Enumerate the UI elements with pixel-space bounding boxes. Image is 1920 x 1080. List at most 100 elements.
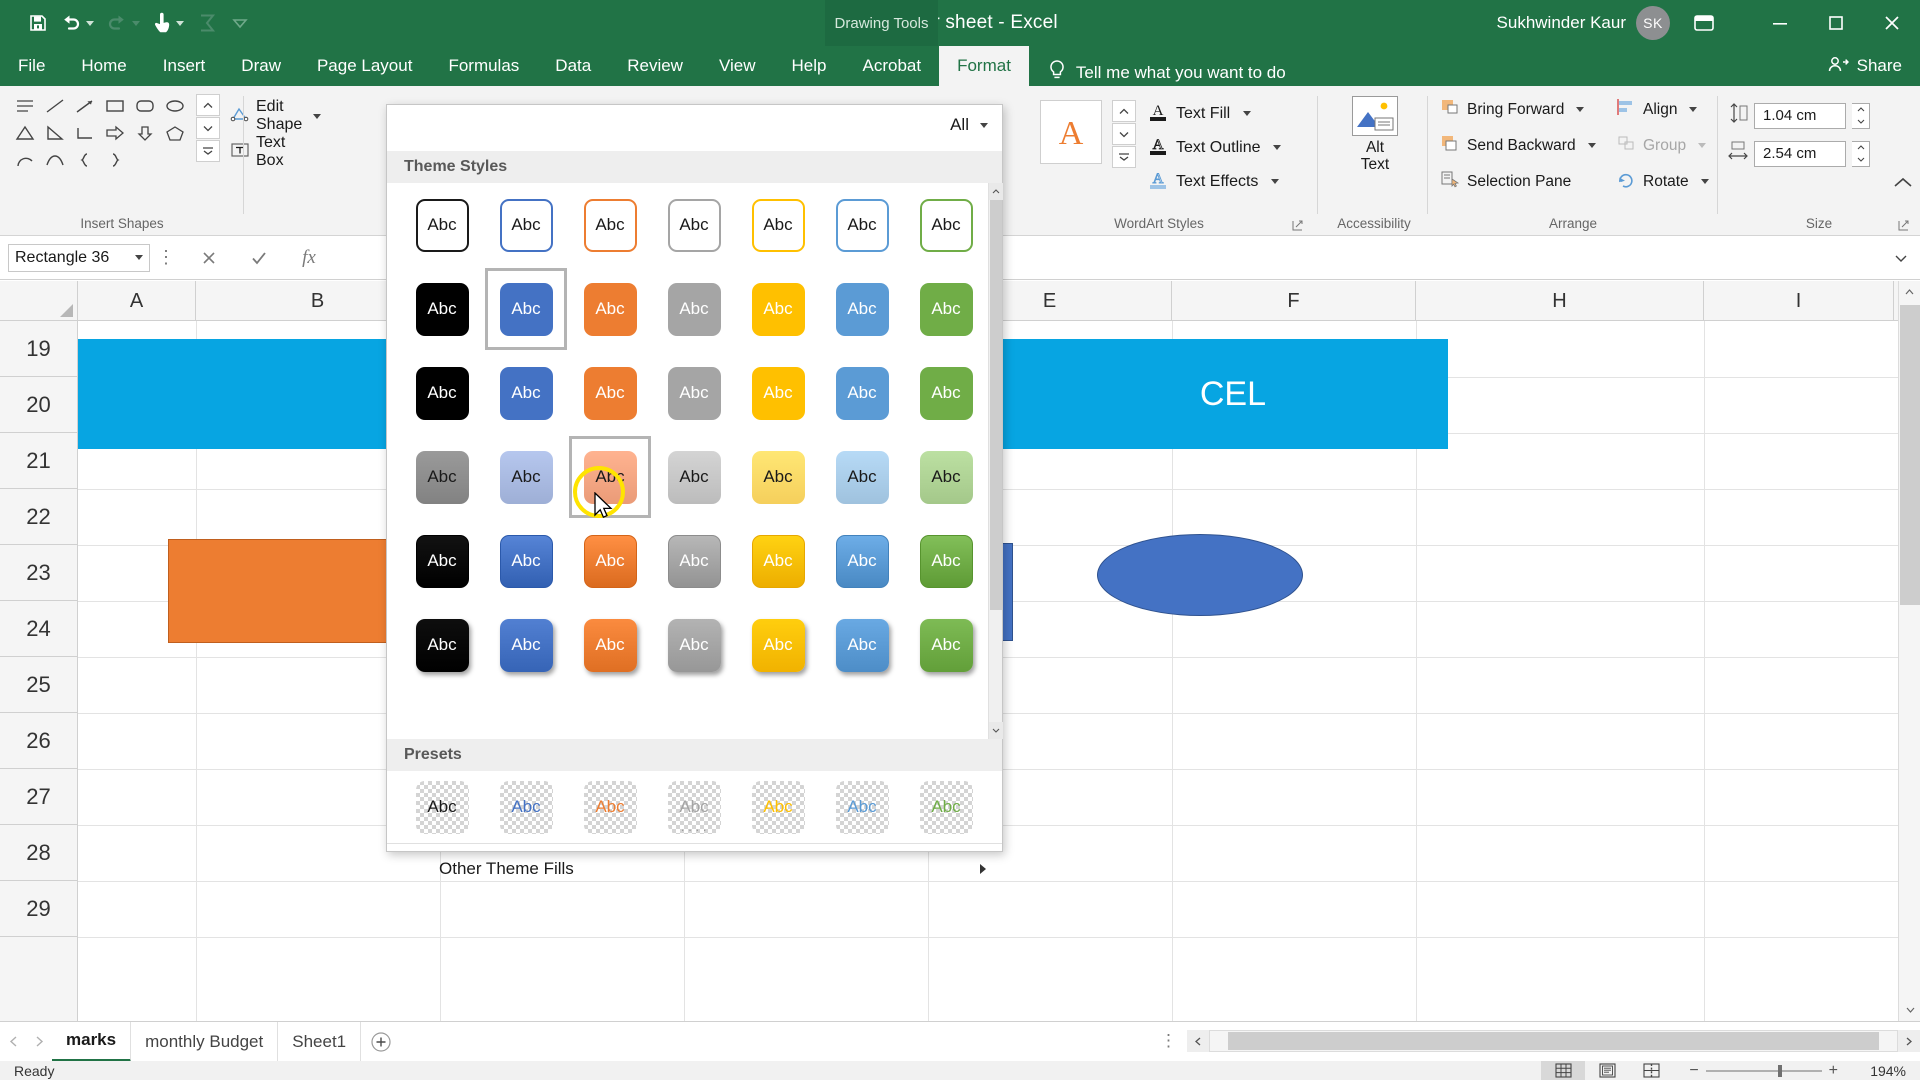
row-header-25[interactable]: 25 bbox=[0, 657, 77, 713]
shape-styles-gallery-dropdown[interactable]: All Theme Styles Abc Abc Abc Abc Abc Abc Abc Ab… bbox=[386, 104, 1003, 878]
theme-style-swatch[interactable]: Abc bbox=[400, 435, 484, 519]
sheet-tab-sheet1[interactable]: Sheet1 bbox=[278, 1021, 362, 1062]
select-all-corner[interactable] bbox=[0, 281, 78, 321]
page-layout-view-button[interactable] bbox=[1585, 1061, 1629, 1080]
column-header-H[interactable]: H bbox=[1416, 281, 1704, 321]
autosum-button[interactable] bbox=[190, 6, 224, 40]
shape-arrow-right-icon[interactable] bbox=[102, 121, 128, 145]
wordart-preview[interactable]: A bbox=[1040, 100, 1102, 164]
tell-me-box[interactable]: Tell me what you want to do bbox=[1047, 59, 1286, 86]
theme-style-swatch[interactable]: Abc bbox=[484, 351, 568, 435]
bring-forward-button[interactable]: Bring Forward bbox=[1440, 98, 1585, 121]
theme-style-swatch[interactable]: Abc bbox=[568, 519, 652, 603]
row-header-19[interactable]: 19 bbox=[0, 321, 77, 377]
theme-style-swatch[interactable]: Abc bbox=[820, 435, 904, 519]
shape-rounded-rect-icon[interactable] bbox=[132, 94, 158, 118]
tab-help[interactable]: Help bbox=[774, 46, 845, 86]
insert-function-icon[interactable]: fx bbox=[284, 243, 334, 273]
theme-style-swatch[interactable]: Abc bbox=[652, 351, 736, 435]
width-decrease-icon[interactable] bbox=[1852, 154, 1869, 166]
tab-acrobat[interactable]: Acrobat bbox=[844, 46, 939, 86]
theme-style-swatch[interactable]: Abc bbox=[904, 435, 988, 519]
text-outline-caret[interactable] bbox=[1273, 145, 1282, 150]
shape-triangle-icon[interactable] bbox=[12, 121, 38, 145]
align-button[interactable]: Align bbox=[1616, 98, 1698, 121]
user-account[interactable]: Sukhwinder Kaur SK bbox=[1497, 0, 1670, 46]
wordart-more-icon[interactable] bbox=[1112, 146, 1136, 168]
theme-style-swatch[interactable]: Abc bbox=[484, 519, 568, 603]
redo-button[interactable] bbox=[100, 6, 146, 40]
selection-pane-button[interactable]: Selection Pane bbox=[1440, 170, 1571, 193]
shape-height-input[interactable]: 1.04 cm bbox=[1754, 102, 1846, 129]
theme-style-swatch[interactable]: Abc bbox=[568, 267, 652, 351]
tab-formulas[interactable]: Formulas bbox=[430, 46, 537, 86]
send-backward-caret[interactable] bbox=[1587, 143, 1596, 148]
touch-mode-button[interactable] bbox=[146, 6, 190, 40]
shape-right-triangle-icon[interactable] bbox=[42, 121, 68, 145]
cancel-icon[interactable] bbox=[184, 243, 234, 273]
undo-button[interactable] bbox=[54, 6, 100, 40]
orange-rectangle-shape[interactable] bbox=[168, 539, 408, 643]
theme-style-swatch[interactable]: Abc bbox=[904, 267, 988, 351]
gallery-filter-all[interactable]: All bbox=[950, 115, 988, 135]
theme-style-swatch[interactable]: Abc bbox=[820, 183, 904, 267]
zoom-in-button[interactable]: + bbox=[1829, 1062, 1838, 1080]
row-header-27[interactable]: 27 bbox=[0, 769, 77, 825]
share-button[interactable]: Share bbox=[1827, 46, 1902, 86]
theme-style-swatch[interactable]: Abc bbox=[484, 603, 568, 687]
row-header-24[interactable]: 24 bbox=[0, 601, 77, 657]
preset-swatch[interactable]: Abc bbox=[820, 780, 904, 834]
scroll-split-grip[interactable]: ⋮ bbox=[1160, 1031, 1179, 1051]
edit-shape-caret[interactable] bbox=[313, 113, 322, 119]
theme-style-swatch[interactable]: Abc bbox=[736, 183, 820, 267]
shape-height-stepper[interactable] bbox=[1852, 102, 1870, 129]
save-button[interactable] bbox=[22, 6, 54, 40]
name-box[interactable]: Rectangle 36 bbox=[8, 243, 150, 272]
column-header-I[interactable]: I bbox=[1704, 281, 1894, 321]
preset-swatch[interactable]: Abc bbox=[400, 780, 484, 834]
shapes-scroll-up-icon[interactable] bbox=[196, 94, 220, 116]
page-break-view-button[interactable] bbox=[1629, 1061, 1673, 1080]
undo-dropdown-caret[interactable] bbox=[86, 20, 94, 26]
theme-style-swatch[interactable]: Abc bbox=[736, 351, 820, 435]
theme-style-swatch[interactable]: Abc bbox=[736, 519, 820, 603]
first-sheet-icon[interactable] bbox=[0, 1022, 26, 1062]
theme-style-swatch[interactable]: Abc bbox=[904, 519, 988, 603]
tab-review[interactable]: Review bbox=[609, 46, 701, 86]
shape-pentagon-icon[interactable] bbox=[162, 121, 188, 145]
alt-text-button[interactable]: Alt Text bbox=[1342, 96, 1408, 173]
theme-style-swatch[interactable]: Abc bbox=[904, 603, 988, 687]
text-box-button[interactable]: Text Box bbox=[230, 134, 285, 170]
zoom-slider-knob[interactable] bbox=[1777, 1064, 1782, 1077]
theme-style-swatch[interactable]: Abc bbox=[652, 435, 736, 519]
formula-bar-grip[interactable]: ⋮ bbox=[150, 247, 184, 268]
hscroll-left-icon[interactable] bbox=[1187, 1030, 1209, 1052]
minimize-icon[interactable] bbox=[1752, 0, 1808, 46]
theme-style-swatch[interactable]: Abc bbox=[904, 183, 988, 267]
blue-ellipse-shape[interactable] bbox=[1097, 534, 1303, 616]
shape-arrow-icon[interactable] bbox=[72, 94, 98, 118]
tab-insert[interactable]: Insert bbox=[145, 46, 224, 86]
customize-qat-button[interactable] bbox=[224, 6, 256, 40]
text-outline-button[interactable]: A Text Outline bbox=[1148, 134, 1282, 161]
theme-style-swatch[interactable]: Abc bbox=[400, 267, 484, 351]
zoom-slider[interactable] bbox=[1705, 1064, 1822, 1077]
shape-arc-icon[interactable] bbox=[12, 148, 38, 172]
tab-draw[interactable]: Draw bbox=[223, 46, 299, 86]
scroll-up-icon[interactable] bbox=[1899, 281, 1920, 303]
touch-mode-caret[interactable] bbox=[176, 20, 184, 26]
theme-style-swatch[interactable]: Abc bbox=[820, 267, 904, 351]
vertical-scroll-thumb[interactable] bbox=[1900, 305, 1920, 605]
tab-file[interactable]: File bbox=[0, 46, 63, 86]
other-theme-fills-item[interactable]: Other Theme Fills bbox=[387, 843, 1002, 893]
last-sheet-icon[interactable] bbox=[26, 1022, 52, 1062]
gallery-filter-caret[interactable] bbox=[980, 122, 988, 128]
theme-style-swatch[interactable]: Abc bbox=[652, 267, 736, 351]
text-fill-caret[interactable] bbox=[1243, 111, 1252, 116]
align-caret[interactable] bbox=[1689, 107, 1698, 112]
tab-data[interactable]: Data bbox=[537, 46, 609, 86]
vertical-scrollbar[interactable] bbox=[1898, 281, 1920, 1021]
shape-rectangle-icon[interactable] bbox=[102, 94, 128, 118]
bring-forward-caret[interactable] bbox=[1576, 107, 1585, 112]
theme-style-swatch[interactable]: Abc bbox=[904, 351, 988, 435]
